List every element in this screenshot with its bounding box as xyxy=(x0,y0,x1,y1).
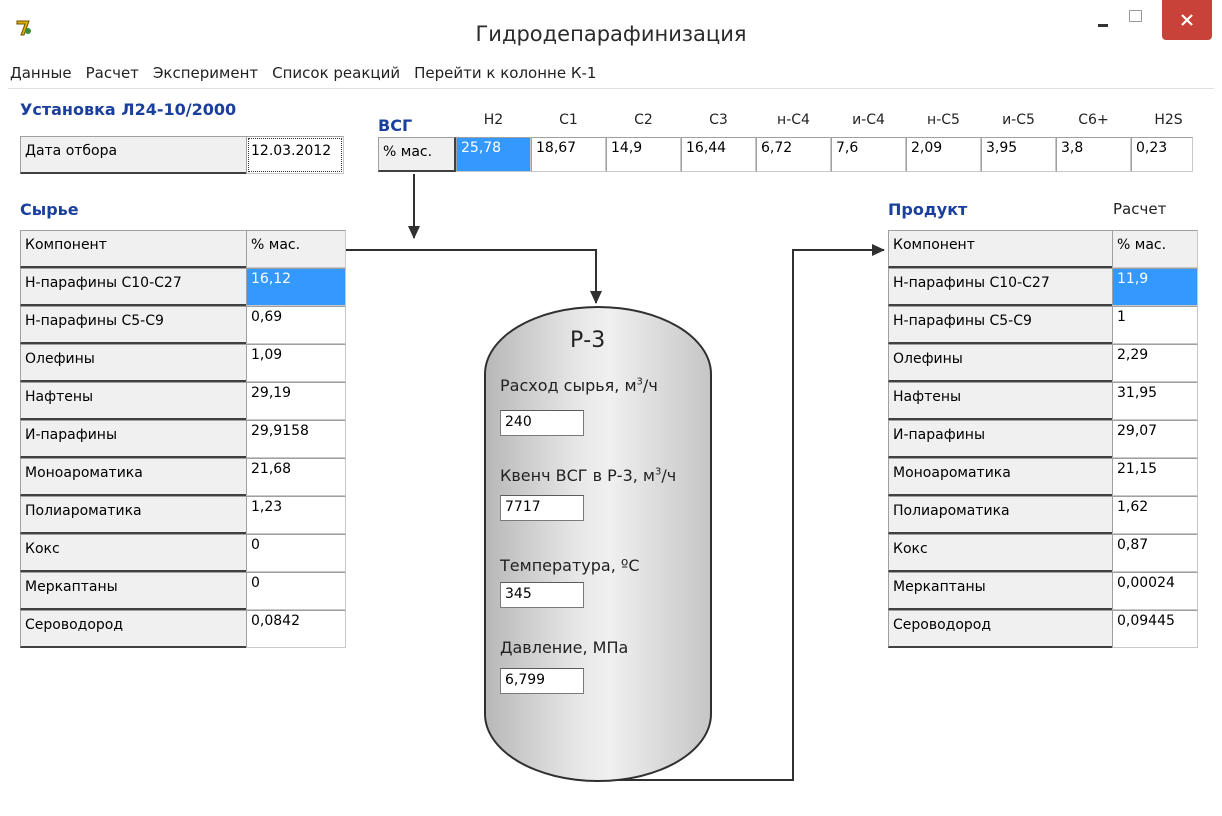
feed-flow-arrow xyxy=(346,249,602,304)
feed-row-value[interactable]: 0,0842 xyxy=(246,610,346,648)
product-row-name: Нафтены xyxy=(888,382,1114,420)
temperature-label: Температура, ºС xyxy=(500,556,640,575)
feed-row-value[interactable]: 0 xyxy=(246,534,346,572)
feed-row-value[interactable]: 21,68 xyxy=(246,458,346,496)
product-row-value[interactable]: 11,9 xyxy=(1112,268,1198,306)
feed-row-name: Сероводород xyxy=(20,610,248,648)
vsg-value-cell[interactable]: 3,95 xyxy=(981,137,1056,172)
product-row-value[interactable]: 1,62 xyxy=(1112,496,1198,534)
vsg-header-cell: C3 xyxy=(709,112,728,128)
feed-flow-label: Расход сырья, м3/ч xyxy=(500,376,658,395)
feed-row-name: Олефины xyxy=(20,344,248,382)
quench-label: Квенч ВСГ в Р-3, м3/ч xyxy=(500,466,677,485)
product-row-name: Меркаптаны xyxy=(888,572,1114,610)
feed-col-component: Компонент xyxy=(20,230,248,268)
feed-row-value[interactable]: 0,69 xyxy=(246,306,346,344)
pressure-input[interactable]: 6,799 xyxy=(500,668,584,694)
feed-col-mass: % мас. xyxy=(246,230,346,268)
product-row-name: Моноароматика xyxy=(888,458,1114,496)
feed-row-name: Нафтены xyxy=(20,382,248,420)
pressure-label: Давление, МПа xyxy=(500,638,629,657)
feed-row-name: Меркаптаны xyxy=(20,572,248,610)
vsg-header-cell: и-C5 xyxy=(1002,112,1035,128)
product-row-name: Н-парафины С10-С27 xyxy=(888,268,1114,306)
product-title: Продукт xyxy=(888,200,968,219)
feed-row-value[interactable]: 29,19 xyxy=(246,382,346,420)
vsg-header-cell: C1 xyxy=(559,112,578,128)
product-row-value[interactable]: 2,29 xyxy=(1112,344,1198,382)
product-row-value[interactable]: 31,95 xyxy=(1112,382,1198,420)
feed-row-name: Кокс xyxy=(20,534,248,572)
vsg-value-cell[interactable]: 14,9 xyxy=(606,137,681,172)
product-row-name: Олефины xyxy=(888,344,1114,382)
product-col-component: Компонент xyxy=(888,230,1114,268)
vsg-value-cell[interactable]: 0,23 xyxy=(1131,137,1193,172)
calc-label: Расчет xyxy=(1113,200,1167,218)
feed-row-value[interactable]: 1,23 xyxy=(246,496,346,534)
vsg-header-cell: C6+ xyxy=(1078,112,1109,128)
feed-row-name: Н-парафины С10-С27 xyxy=(20,268,248,306)
vsg-value-cell[interactable]: 2,09 xyxy=(906,137,981,172)
vsg-value-cell[interactable]: 7,6 xyxy=(831,137,906,172)
product-row-value[interactable]: 0,87 xyxy=(1112,534,1198,572)
product-row-value[interactable]: 1 xyxy=(1112,306,1198,344)
feed-row-value[interactable]: 29,9158 xyxy=(246,420,346,458)
vsg-title: ВСГ xyxy=(378,116,413,135)
vsg-row-label: % мас. xyxy=(378,137,456,172)
unit-title: Установка Л24-10/2000 xyxy=(20,100,237,119)
date-label: Дата отбора xyxy=(20,136,248,174)
feed-row-value[interactable]: 16,12 xyxy=(246,268,346,306)
vsg-header-cell: и-C4 xyxy=(852,112,885,128)
vsg-value-cell[interactable]: 16,44 xyxy=(681,137,756,172)
reactor-title: Р-3 xyxy=(570,328,606,353)
vsg-value-cell[interactable]: 3,8 xyxy=(1056,137,1131,172)
vsg-header-cell: H2 xyxy=(483,112,504,128)
product-row-value[interactable]: 0,09445 xyxy=(1112,610,1198,648)
vsg-header-cell: C2 xyxy=(634,112,653,128)
quench-input[interactable]: 7717 xyxy=(500,495,584,521)
product-row-value[interactable]: 0,00024 xyxy=(1112,572,1198,610)
product-row-value[interactable]: 29,07 xyxy=(1112,420,1198,458)
vsg-header-cell: н-C4 xyxy=(777,112,810,128)
product-col-mass: % мас. xyxy=(1112,230,1198,268)
feed-row-name: И-парафины xyxy=(20,420,248,458)
feed-row-name: Н-парафины С5-С9 xyxy=(20,306,248,344)
feed-row-name: Полиароматика xyxy=(20,496,248,534)
vsg-header-cell: н-C5 xyxy=(927,112,960,128)
date-field[interactable]: 12.03.2012 xyxy=(246,136,344,174)
feed-flow-input[interactable]: 240 xyxy=(500,410,584,436)
feed-title: Сырье xyxy=(20,200,79,219)
vsg-header-cell: H2S xyxy=(1154,112,1183,128)
feed-row-value[interactable]: 0 xyxy=(246,572,346,610)
temperature-input[interactable]: 345 xyxy=(500,582,584,608)
feed-row-name: Моноароматика xyxy=(20,458,248,496)
vsg-value-cell[interactable]: 18,67 xyxy=(531,137,606,172)
product-row-name: Сероводород xyxy=(888,610,1114,648)
product-row-name: И-парафины xyxy=(888,420,1114,458)
vsg-value-cell[interactable]: 25,78 xyxy=(456,137,531,172)
feed-row-value[interactable]: 1,09 xyxy=(246,344,346,382)
product-row-name: Кокс xyxy=(888,534,1114,572)
product-row-name: Полиароматика xyxy=(888,496,1114,534)
product-row-name: Н-парафины С5-С9 xyxy=(888,306,1114,344)
product-row-value[interactable]: 21,15 xyxy=(1112,458,1198,496)
vsg-value-cell[interactable]: 6,72 xyxy=(756,137,831,172)
